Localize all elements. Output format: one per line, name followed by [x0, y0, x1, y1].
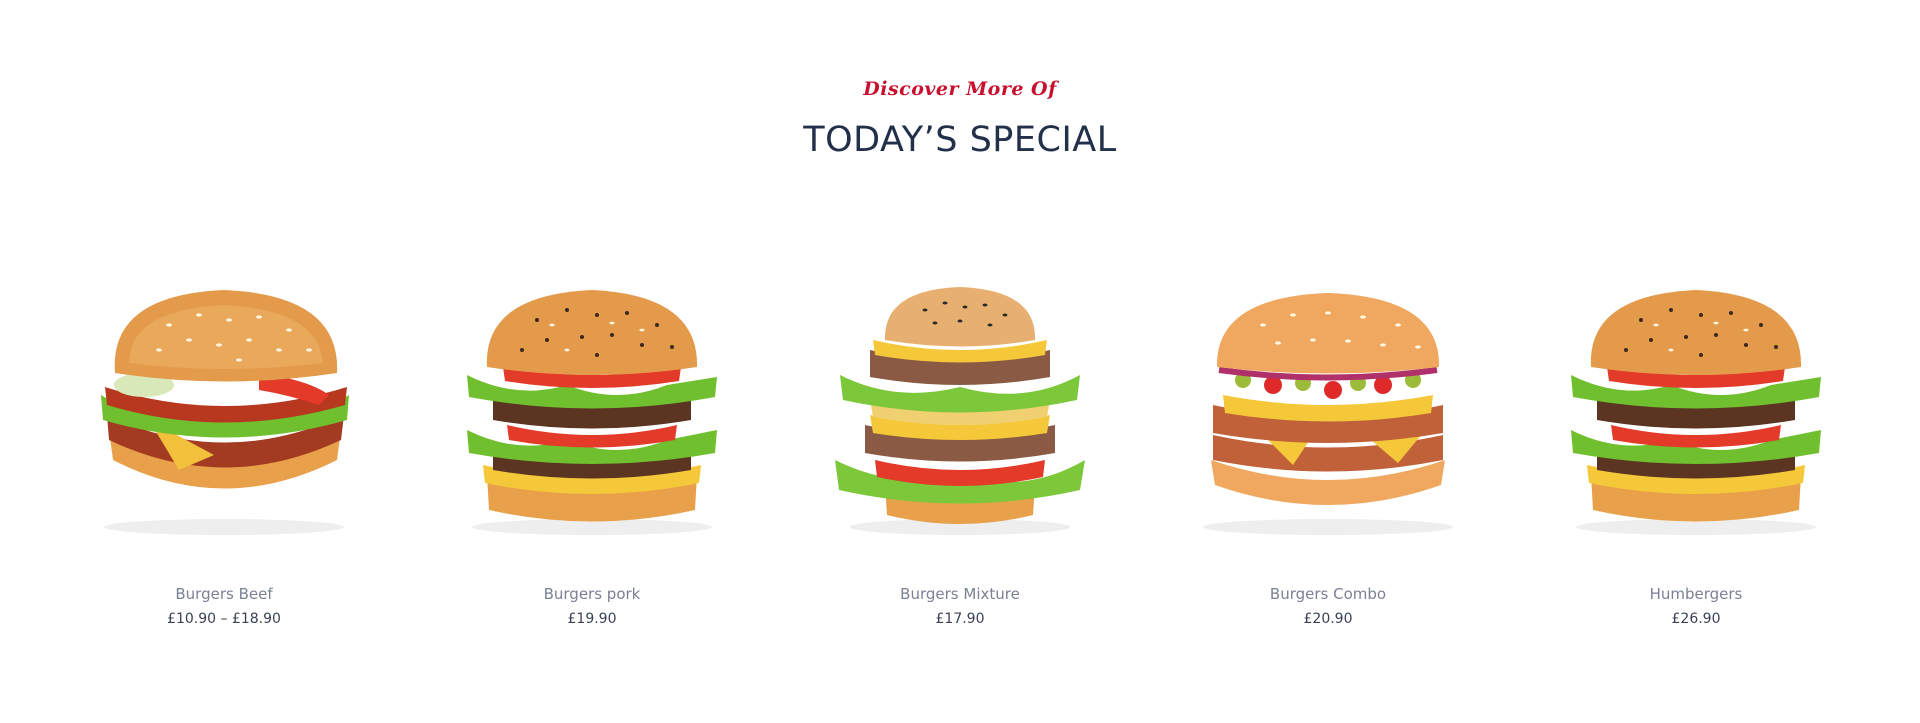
product-card-burgers-beef[interactable]: Burgers Beef £10.90 – £18.90 — [40, 255, 408, 635]
pork-burger-icon — [467, 290, 717, 535]
section-kicker: Discover More Of — [863, 78, 1057, 100]
combo-burger-image[interactable] — [1183, 255, 1473, 545]
beef-burger-image[interactable] — [79, 255, 369, 545]
product-name[interactable]: Burgers Combo — [1144, 585, 1512, 603]
pork-burger-image[interactable] — [447, 255, 737, 545]
product-name[interactable]: Burgers Mixture — [776, 585, 1144, 603]
todays-special-section: Discover More Of TODAY’S SPECIAL Burgers… — [0, 0, 1920, 723]
beef-burger-icon — [101, 290, 349, 535]
mixture-burger-icon — [835, 287, 1085, 535]
hamburger-image[interactable] — [1551, 255, 1841, 545]
product-name[interactable]: Burgers pork — [408, 585, 776, 603]
product-price: £26.90 — [1671, 611, 1721, 627]
product-price: £20.90 — [1303, 611, 1353, 627]
product-name[interactable]: Burgers Beef — [40, 585, 408, 603]
product-card-humbergers[interactable]: Humbergers £26.90 — [1512, 255, 1880, 635]
product-grid: Burgers Beef £10.90 – £18.90 Burgers por… — [40, 255, 1880, 635]
product-card-burgers-mixture[interactable]: Burgers Mixture £17.90 — [776, 255, 1144, 635]
hamburger-icon — [1571, 290, 1821, 535]
mixture-burger-image[interactable] — [815, 255, 1105, 545]
section-title: TODAY’S SPECIAL — [803, 120, 1117, 160]
product-price: £19.90 — [567, 611, 617, 627]
product-name[interactable]: Humbergers — [1512, 585, 1880, 603]
combo-burger-icon — [1203, 293, 1453, 535]
product-price: £17.90 — [935, 611, 985, 627]
product-card-burgers-pork[interactable]: Burgers pork £19.90 — [408, 255, 776, 635]
product-price: £10.90 – £18.90 — [167, 611, 281, 627]
product-card-burgers-combo[interactable]: Burgers Combo £20.90 — [1144, 255, 1512, 635]
